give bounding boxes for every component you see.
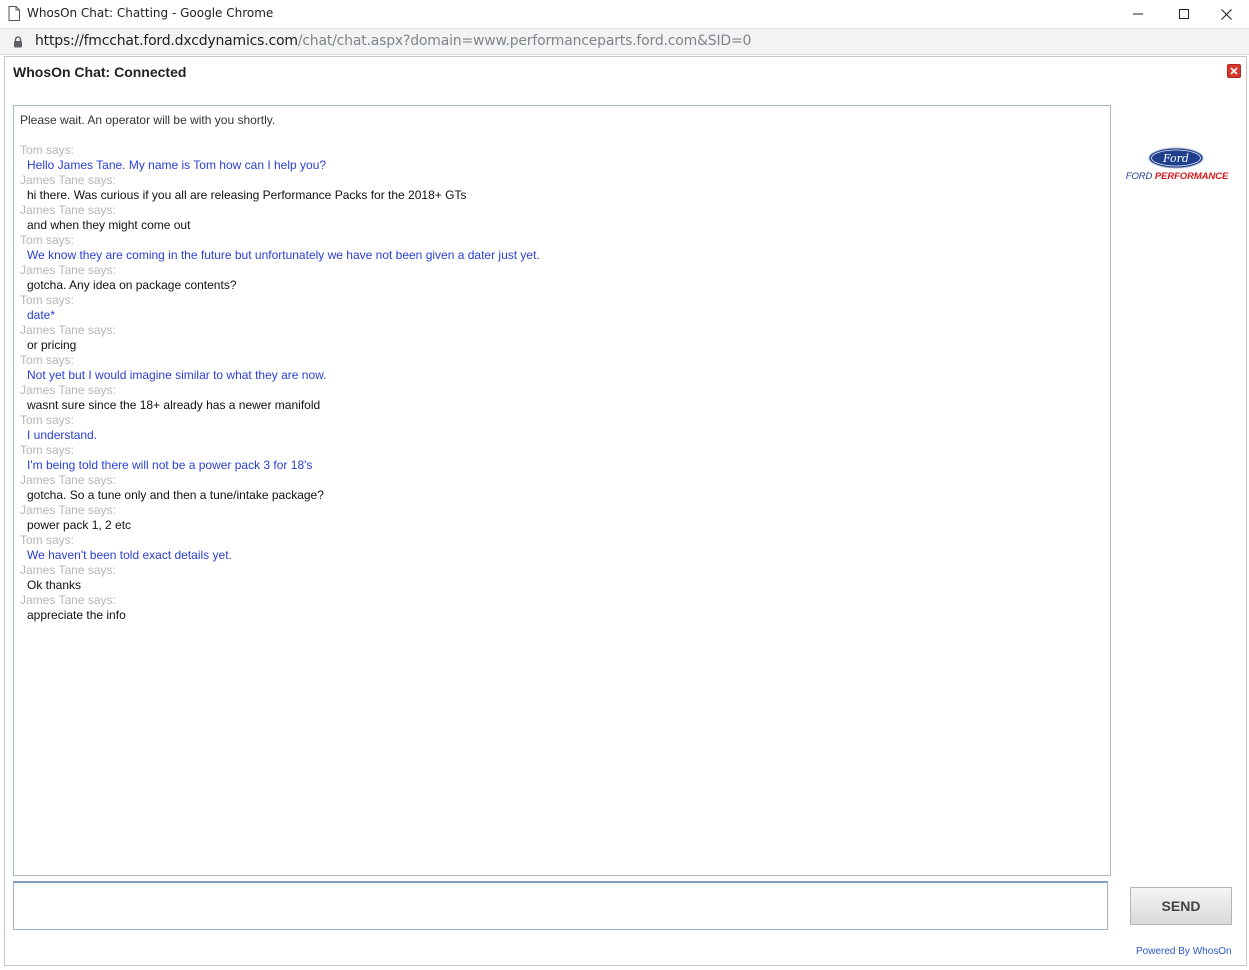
minimize-icon bbox=[1133, 13, 1143, 15]
message-list: Tom says: Hello James Tane. My name is To… bbox=[20, 143, 1100, 623]
operator-message: Tom says: Hello James Tane. My name is To… bbox=[20, 143, 1100, 173]
page-icon bbox=[8, 6, 20, 21]
operator-message: Tom says: I'm being told there will not b… bbox=[20, 443, 1100, 473]
visitor-message: James Tane says: or pricing bbox=[20, 323, 1100, 353]
message-text: Not yet but I would imagine similar to w… bbox=[27, 368, 327, 382]
message-text: date* bbox=[27, 308, 56, 322]
message-speaker: James Tane says: bbox=[20, 323, 116, 337]
message-text: gotcha. Any idea on package contents? bbox=[27, 278, 237, 292]
visitor-message: James Tane says: Ok thanks bbox=[20, 563, 1100, 593]
message-speaker: Tom says: bbox=[20, 143, 75, 157]
message-text: hi there. Was curious if you all are rel… bbox=[27, 188, 467, 202]
powered-by-link[interactable]: Powered By WhosOn bbox=[1136, 946, 1232, 957]
address-bar[interactable]: https://fmcchat.ford.dxcdynamics.com/cha… bbox=[0, 29, 1249, 55]
ford-oval-logo: Ford bbox=[1148, 147, 1204, 174]
message-speaker: James Tane says: bbox=[20, 563, 116, 577]
minimize-button[interactable] bbox=[1115, 0, 1161, 28]
message-speaker: Tom says: bbox=[20, 293, 75, 307]
chat-window: WhosOn Chat: Connected Please wait. An o… bbox=[4, 56, 1247, 966]
message-speaker: James Tane says: bbox=[20, 203, 116, 217]
message-input[interactable] bbox=[13, 881, 1108, 930]
message-text: power pack 1, 2 etc bbox=[27, 518, 132, 532]
message-speaker: James Tane says: bbox=[20, 593, 116, 607]
message-text: and when they might come out bbox=[27, 218, 191, 232]
visitor-message: James Tane says: wasnt sure since the 18+… bbox=[20, 383, 1100, 413]
message-speaker: James Tane says: bbox=[20, 263, 116, 277]
visitor-message: James Tane says: and when they might come… bbox=[20, 203, 1100, 233]
message-speaker: James Tane says: bbox=[20, 503, 116, 517]
operator-message: Tom says: We haven't been told exact deta… bbox=[20, 533, 1100, 563]
message-speaker: Tom says: bbox=[20, 353, 75, 367]
page-url[interactable]: https://fmcchat.ford.dxcdynamics.com/cha… bbox=[35, 33, 751, 49]
window-titlebar: WhosOn Chat: Chatting - Google Chrome bbox=[0, 0, 1249, 29]
visitor-message: James Tane says: appreciate the info bbox=[20, 593, 1100, 623]
message-text: appreciate the info bbox=[27, 608, 126, 622]
message-text: We know they are coming in the future bu… bbox=[27, 248, 540, 262]
message-text: or pricing bbox=[27, 338, 77, 352]
visitor-message: James Tane says: gotcha. Any idea on pack… bbox=[20, 263, 1100, 293]
chat-transcript[interactable]: Please wait. An operator will be with yo… bbox=[13, 105, 1111, 876]
operator-message: Tom says: Not yet but I would imagine sim… bbox=[20, 353, 1100, 383]
chat-close-button[interactable] bbox=[1227, 64, 1241, 78]
message-text: I'm being told there will not be a power… bbox=[27, 458, 313, 472]
message-speaker: Tom says: bbox=[20, 413, 75, 427]
message-speaker: Tom says: bbox=[20, 233, 75, 247]
chat-close-icon bbox=[1230, 67, 1238, 75]
lock-icon bbox=[13, 35, 23, 53]
maximize-button[interactable] bbox=[1161, 0, 1207, 28]
visitor-message: James Tane says: hi there. Was curious if… bbox=[20, 173, 1100, 203]
url-host: https://fmcchat.ford.dxcdynamics.com bbox=[35, 33, 298, 49]
send-button[interactable]: SEND bbox=[1130, 887, 1232, 925]
message-text: gotcha. So a tune only and then a tune/i… bbox=[27, 488, 324, 502]
ford-performance-logo: Ford FORD PERFORMANCE bbox=[1123, 147, 1231, 187]
brand-performance: PERFORMANCE bbox=[1154, 171, 1229, 182]
message-speaker: James Tane says: bbox=[20, 383, 116, 397]
close-icon bbox=[1220, 8, 1232, 20]
chat-status-title: WhosOn Chat: Connected bbox=[13, 64, 187, 80]
message-text: Ok thanks bbox=[27, 578, 82, 592]
message-speaker: Tom says: bbox=[20, 533, 75, 547]
visitor-message: James Tane says: gotcha. So a tune only a… bbox=[20, 473, 1100, 503]
message-speaker: James Tane says: bbox=[20, 173, 116, 187]
url-path: /chat/chat.aspx?domain=www.performancepa… bbox=[297, 33, 752, 49]
operator-message: Tom says: date* bbox=[20, 293, 1100, 323]
window-title: WhosOn Chat: Chatting - Google Chrome bbox=[27, 6, 274, 20]
operator-message: Tom says: I understand. bbox=[20, 413, 1100, 443]
message-text: I understand. bbox=[27, 428, 98, 442]
message-text: wasnt sure since the 18+ already has a n… bbox=[27, 398, 321, 412]
message-speaker: James Tane says: bbox=[20, 473, 116, 487]
ford-performance-wordmark: FORD PERFORMANCE bbox=[1123, 171, 1231, 182]
ford-oval-text: Ford bbox=[1162, 152, 1189, 165]
visitor-message: James Tane says: power pack 1, 2 etc bbox=[20, 503, 1100, 533]
maximize-icon bbox=[1179, 9, 1189, 19]
message-text: We haven't been told exact details yet. bbox=[27, 548, 232, 562]
close-window-button[interactable] bbox=[1203, 0, 1249, 28]
message-text: Hello James Tane. My name is Tom how can… bbox=[27, 158, 327, 172]
operator-message: Tom says: We know they are coming in the … bbox=[20, 233, 1100, 263]
message-speaker: Tom says: bbox=[20, 443, 75, 457]
brand-ford: FORD bbox=[1125, 171, 1155, 182]
wait-notice: Please wait. An operator will be with yo… bbox=[20, 113, 276, 127]
